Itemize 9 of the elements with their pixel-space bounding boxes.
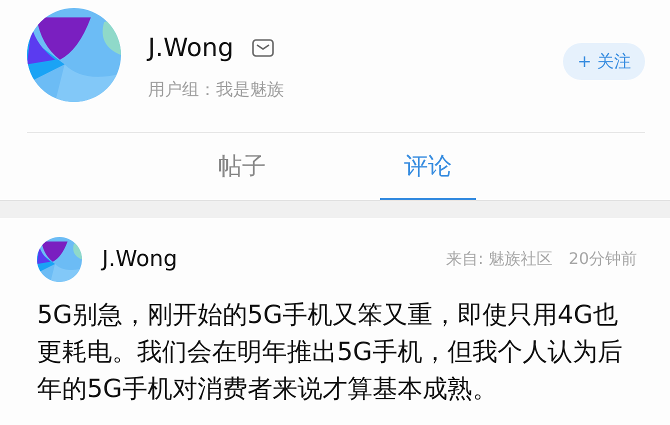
author-name: J.Wong — [102, 247, 178, 272]
comment-text: 5G别急，刚开始的5G手机又笨又重，即使只用4G也更耗电。我们会在明年推出5G手机，但我个人认为后年的5G手机对消费者来说才算基本成熟。 — [37, 299, 624, 405]
mail-icon — [252, 38, 274, 56]
user-name: J.Wong — [148, 33, 234, 62]
comment-source: 来自: 魅族社区 — [446, 249, 553, 270]
comment-time: 20分钟前 — [568, 249, 637, 270]
tab[interactable]: 帖子 — [194, 133, 290, 200]
follow-button[interactable]: + 关注 — [563, 43, 645, 80]
user-group: 用户组：我是魅族 — [148, 78, 564, 101]
